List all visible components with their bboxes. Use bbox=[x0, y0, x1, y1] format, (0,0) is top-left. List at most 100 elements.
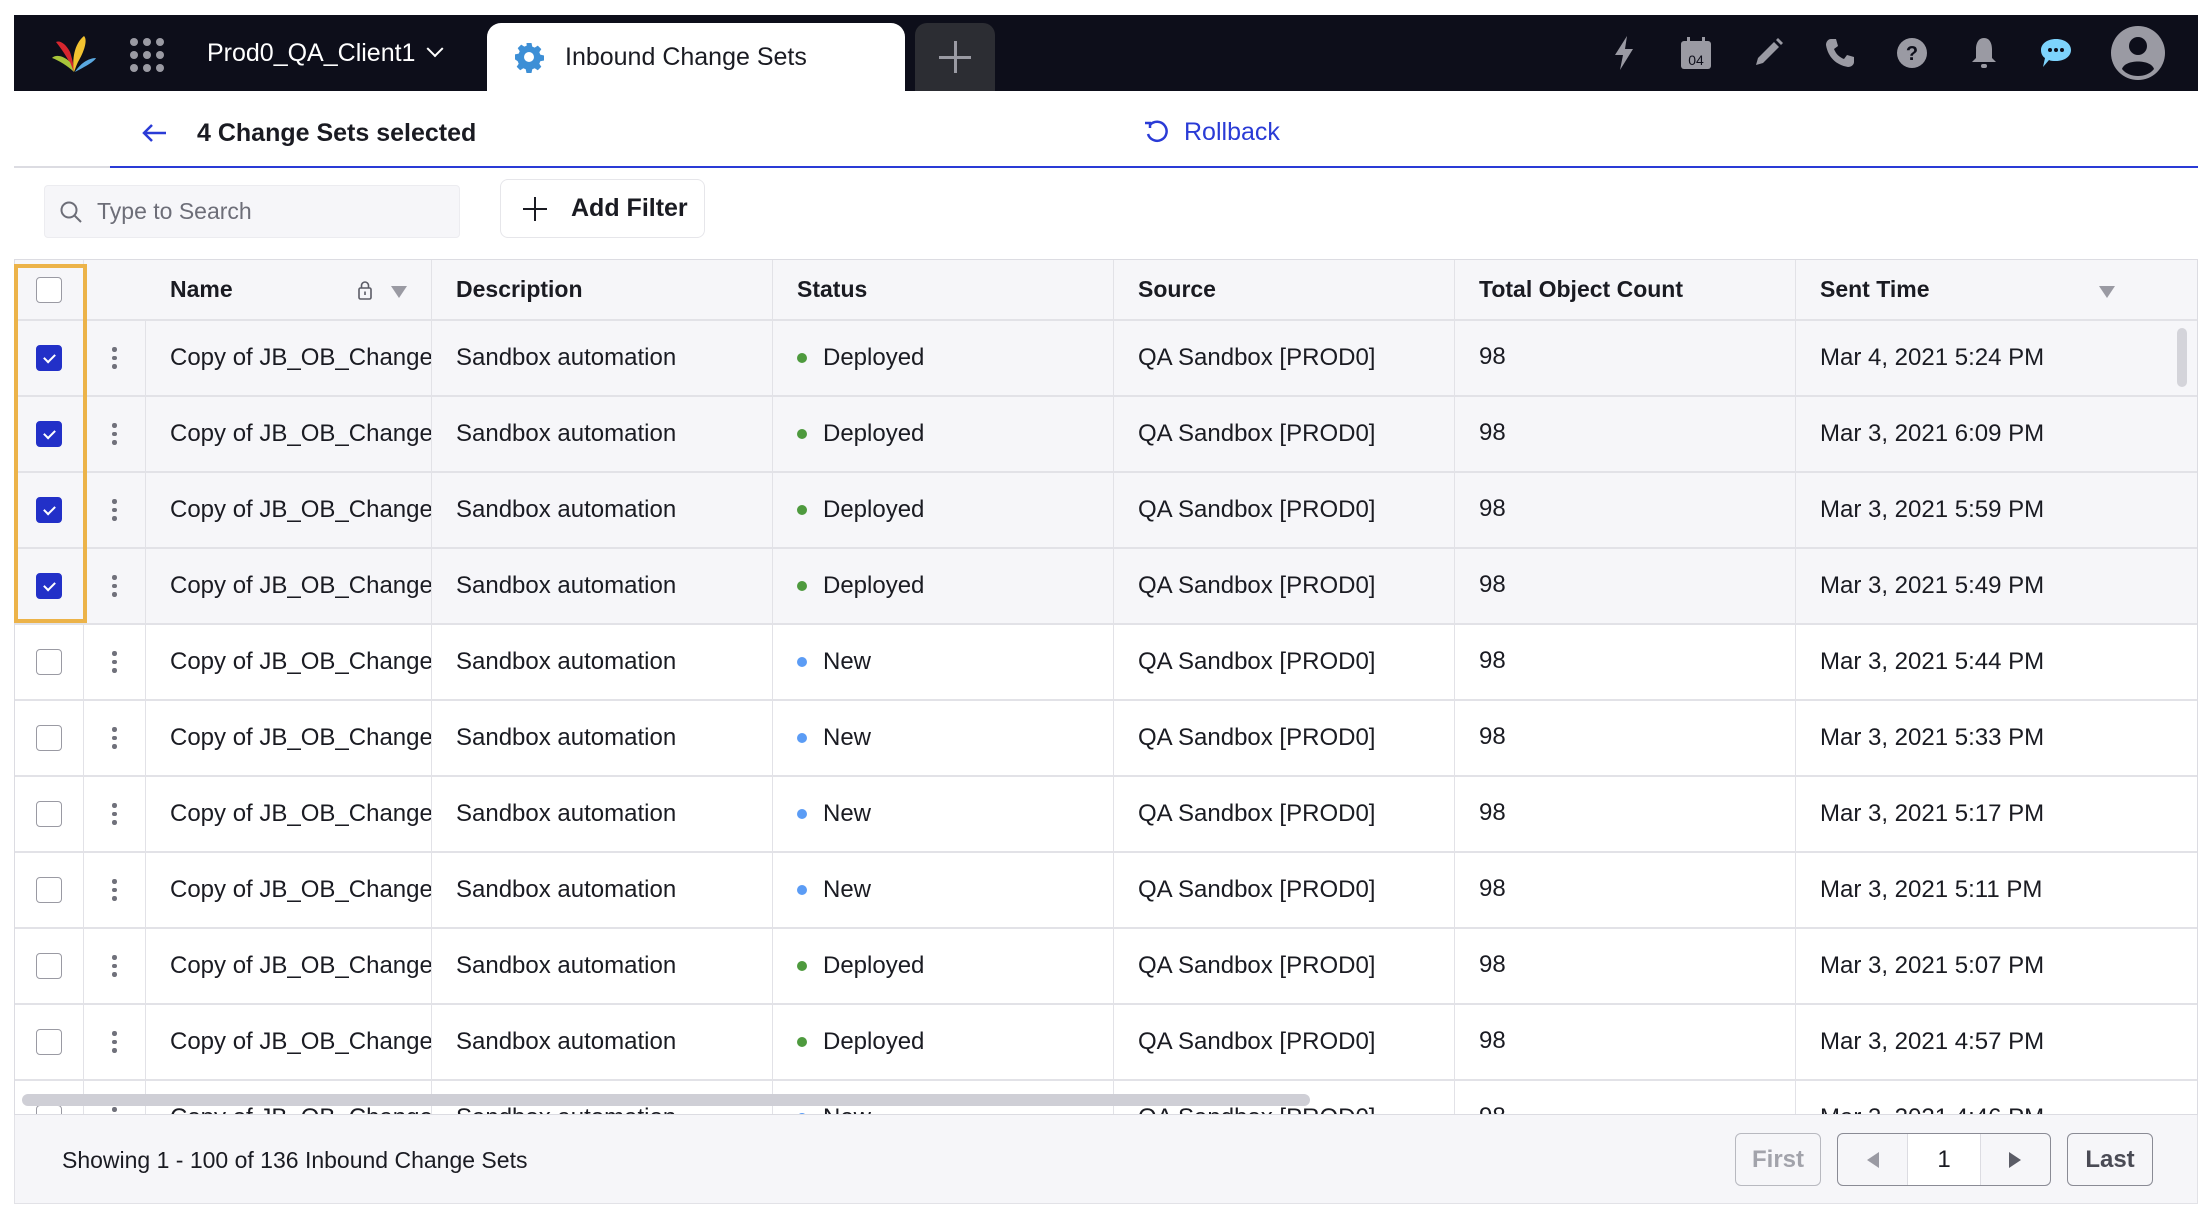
row-checkbox[interactable] bbox=[36, 421, 62, 447]
row-checkbox[interactable] bbox=[36, 1105, 62, 1114]
current-page[interactable]: 1 bbox=[1907, 1134, 1981, 1185]
cell-name[interactable]: Copy of JB_OB_Change... bbox=[146, 853, 432, 927]
workspace-switcher[interactable]: Prod0_QA_Client1 bbox=[207, 35, 444, 71]
search-input[interactable] bbox=[97, 198, 437, 225]
column-header-status[interactable]: Status bbox=[773, 260, 1114, 319]
kebab-menu-icon[interactable] bbox=[108, 495, 121, 525]
kebab-menu-icon[interactable] bbox=[108, 875, 121, 905]
cell-name[interactable]: Copy of JB_OB_Change... bbox=[146, 549, 432, 623]
lock-icon[interactable] bbox=[357, 280, 373, 300]
add-filter-button[interactable]: Add Filter bbox=[500, 179, 705, 238]
horizontal-scrollbar[interactable] bbox=[22, 1094, 1310, 1106]
last-page-button[interactable]: Last bbox=[2067, 1133, 2153, 1186]
previous-page-button[interactable] bbox=[1838, 1134, 1907, 1185]
kebab-menu-icon[interactable] bbox=[108, 1027, 121, 1057]
app-launcher-icon[interactable] bbox=[126, 34, 164, 72]
status-badge: Deployed bbox=[823, 344, 925, 371]
cell-name[interactable]: Copy of JB_OB_Change... bbox=[146, 1005, 432, 1079]
status-dot-icon bbox=[797, 581, 807, 591]
cell-name[interactable]: Copy of JB_OB_Change... bbox=[146, 397, 432, 471]
row-checkbox[interactable] bbox=[36, 725, 62, 751]
table-row[interactable]: Copy of JB_OB_Change...Sandbox automatio… bbox=[15, 1005, 2197, 1081]
table-row[interactable]: Copy of JB_OB_Change...Sandbox automatio… bbox=[15, 929, 2197, 1005]
column-menu-icon[interactable] bbox=[2099, 286, 2115, 298]
kebab-menu-icon[interactable] bbox=[108, 343, 121, 373]
row-select-cell bbox=[15, 929, 84, 1003]
table-row[interactable]: Copy of JB_OB_Change...Sandbox automatio… bbox=[15, 321, 2197, 397]
status-badge: New bbox=[823, 876, 872, 903]
cell-name[interactable]: Copy of JB_OB_Change... bbox=[146, 777, 432, 851]
table-row[interactable]: Copy of JB_OB_Change...Sandbox automatio… bbox=[15, 473, 2197, 549]
rollback-button[interactable]: Rollback bbox=[1144, 114, 1280, 150]
next-page-button[interactable] bbox=[1981, 1134, 2050, 1185]
kebab-menu-icon[interactable] bbox=[108, 419, 121, 449]
gear-icon bbox=[515, 43, 544, 73]
column-header-total-object-count[interactable]: Total Object Count bbox=[1455, 260, 1796, 319]
column-menu-icon[interactable] bbox=[391, 286, 407, 298]
status-badge: Deployed bbox=[823, 572, 925, 599]
tab-inbound-change-sets[interactable]: Inbound Change Sets bbox=[487, 23, 905, 91]
row-checkbox[interactable] bbox=[36, 1029, 62, 1055]
avatar-icon[interactable] bbox=[2110, 25, 2166, 81]
first-page-button[interactable]: First bbox=[1735, 1133, 1821, 1186]
calendar-button[interactable]: 04 bbox=[1674, 31, 1718, 75]
row-checkbox[interactable] bbox=[36, 573, 62, 599]
table-row[interactable]: Copy of JB_OB_Change...Sandbox automatio… bbox=[15, 701, 2197, 777]
row-actions-cell bbox=[84, 929, 146, 1003]
cell-status: New bbox=[773, 701, 1114, 775]
app-logo-icon[interactable] bbox=[50, 32, 100, 74]
notifications-button[interactable] bbox=[1962, 31, 2006, 75]
kebab-menu-icon[interactable] bbox=[108, 723, 121, 753]
status-badge: Deployed bbox=[823, 952, 925, 979]
column-header-description[interactable]: Description bbox=[432, 260, 773, 319]
status-badge: Deployed bbox=[823, 1028, 925, 1055]
add-tab-button[interactable] bbox=[915, 23, 995, 91]
column-header-name[interactable]: Name bbox=[146, 260, 432, 319]
column-header-source[interactable]: Source bbox=[1114, 260, 1455, 319]
cell-source: QA Sandbox [PROD0] bbox=[1114, 321, 1455, 395]
row-checkbox[interactable] bbox=[36, 649, 62, 675]
back-arrow-icon[interactable] bbox=[138, 116, 172, 150]
table-row[interactable]: Copy of JB_OB_Change...Sandbox automatio… bbox=[15, 397, 2197, 473]
kebab-menu-icon[interactable] bbox=[108, 647, 121, 677]
actions-header bbox=[84, 260, 146, 319]
kebab-menu-icon[interactable] bbox=[108, 571, 121, 601]
quick-actions-button[interactable] bbox=[1602, 31, 1646, 75]
table-row[interactable]: Copy of JB_OB_Change...Sandbox automatio… bbox=[15, 777, 2197, 853]
cell-total-object-count: 98 bbox=[1455, 853, 1796, 927]
row-actions-cell bbox=[84, 549, 146, 623]
edit-button[interactable] bbox=[1746, 31, 1790, 75]
phone-icon bbox=[1826, 39, 1854, 67]
cell-name[interactable]: Copy of JB_OB_Change... bbox=[146, 625, 432, 699]
help-button[interactable]: ? bbox=[1890, 31, 1934, 75]
cell-name[interactable]: Copy of JB_OB_Change... bbox=[146, 701, 432, 775]
table-row[interactable]: Copy of JB_OB_Change...Sandbox automatio… bbox=[15, 853, 2197, 929]
select-all-checkbox[interactable] bbox=[36, 276, 62, 303]
call-button[interactable] bbox=[1818, 31, 1862, 75]
column-header-sent-time[interactable]: Sent Time bbox=[1796, 260, 2137, 319]
table-row[interactable]: Copy of JB_OB_Change...Sandbox automatio… bbox=[15, 549, 2197, 625]
cell-status: Deployed bbox=[773, 473, 1114, 547]
add-filter-label: Add Filter bbox=[571, 194, 688, 222]
row-select-cell bbox=[15, 549, 84, 623]
search-field[interactable] bbox=[44, 185, 460, 238]
row-checkbox[interactable] bbox=[36, 801, 62, 827]
row-checkbox[interactable] bbox=[36, 877, 62, 903]
cell-status: Deployed bbox=[773, 929, 1114, 1003]
cell-name[interactable]: Copy of JB_OB_Change... bbox=[146, 473, 432, 547]
cell-description: Sandbox automation bbox=[432, 473, 773, 547]
kebab-menu-icon[interactable] bbox=[108, 951, 121, 981]
table-row[interactable]: Copy of JB_OB_Change...Sandbox automatio… bbox=[15, 625, 2197, 701]
row-checkbox[interactable] bbox=[36, 953, 62, 979]
cell-name[interactable]: Copy of JB_OB_Change... bbox=[146, 321, 432, 395]
chat-button[interactable] bbox=[2034, 31, 2078, 75]
kebab-menu-icon[interactable] bbox=[108, 799, 121, 829]
cell-description: Sandbox automation bbox=[432, 777, 773, 851]
cell-total-object-count: 98 bbox=[1455, 701, 1796, 775]
svg-text:04: 04 bbox=[1688, 52, 1704, 68]
cell-name[interactable]: Copy of JB_OB_Change... bbox=[146, 929, 432, 1003]
row-checkbox[interactable] bbox=[36, 497, 62, 523]
row-checkbox[interactable] bbox=[36, 345, 62, 371]
cell-total-object-count: 98 bbox=[1455, 777, 1796, 851]
vertical-scrollbar[interactable] bbox=[2177, 328, 2187, 387]
